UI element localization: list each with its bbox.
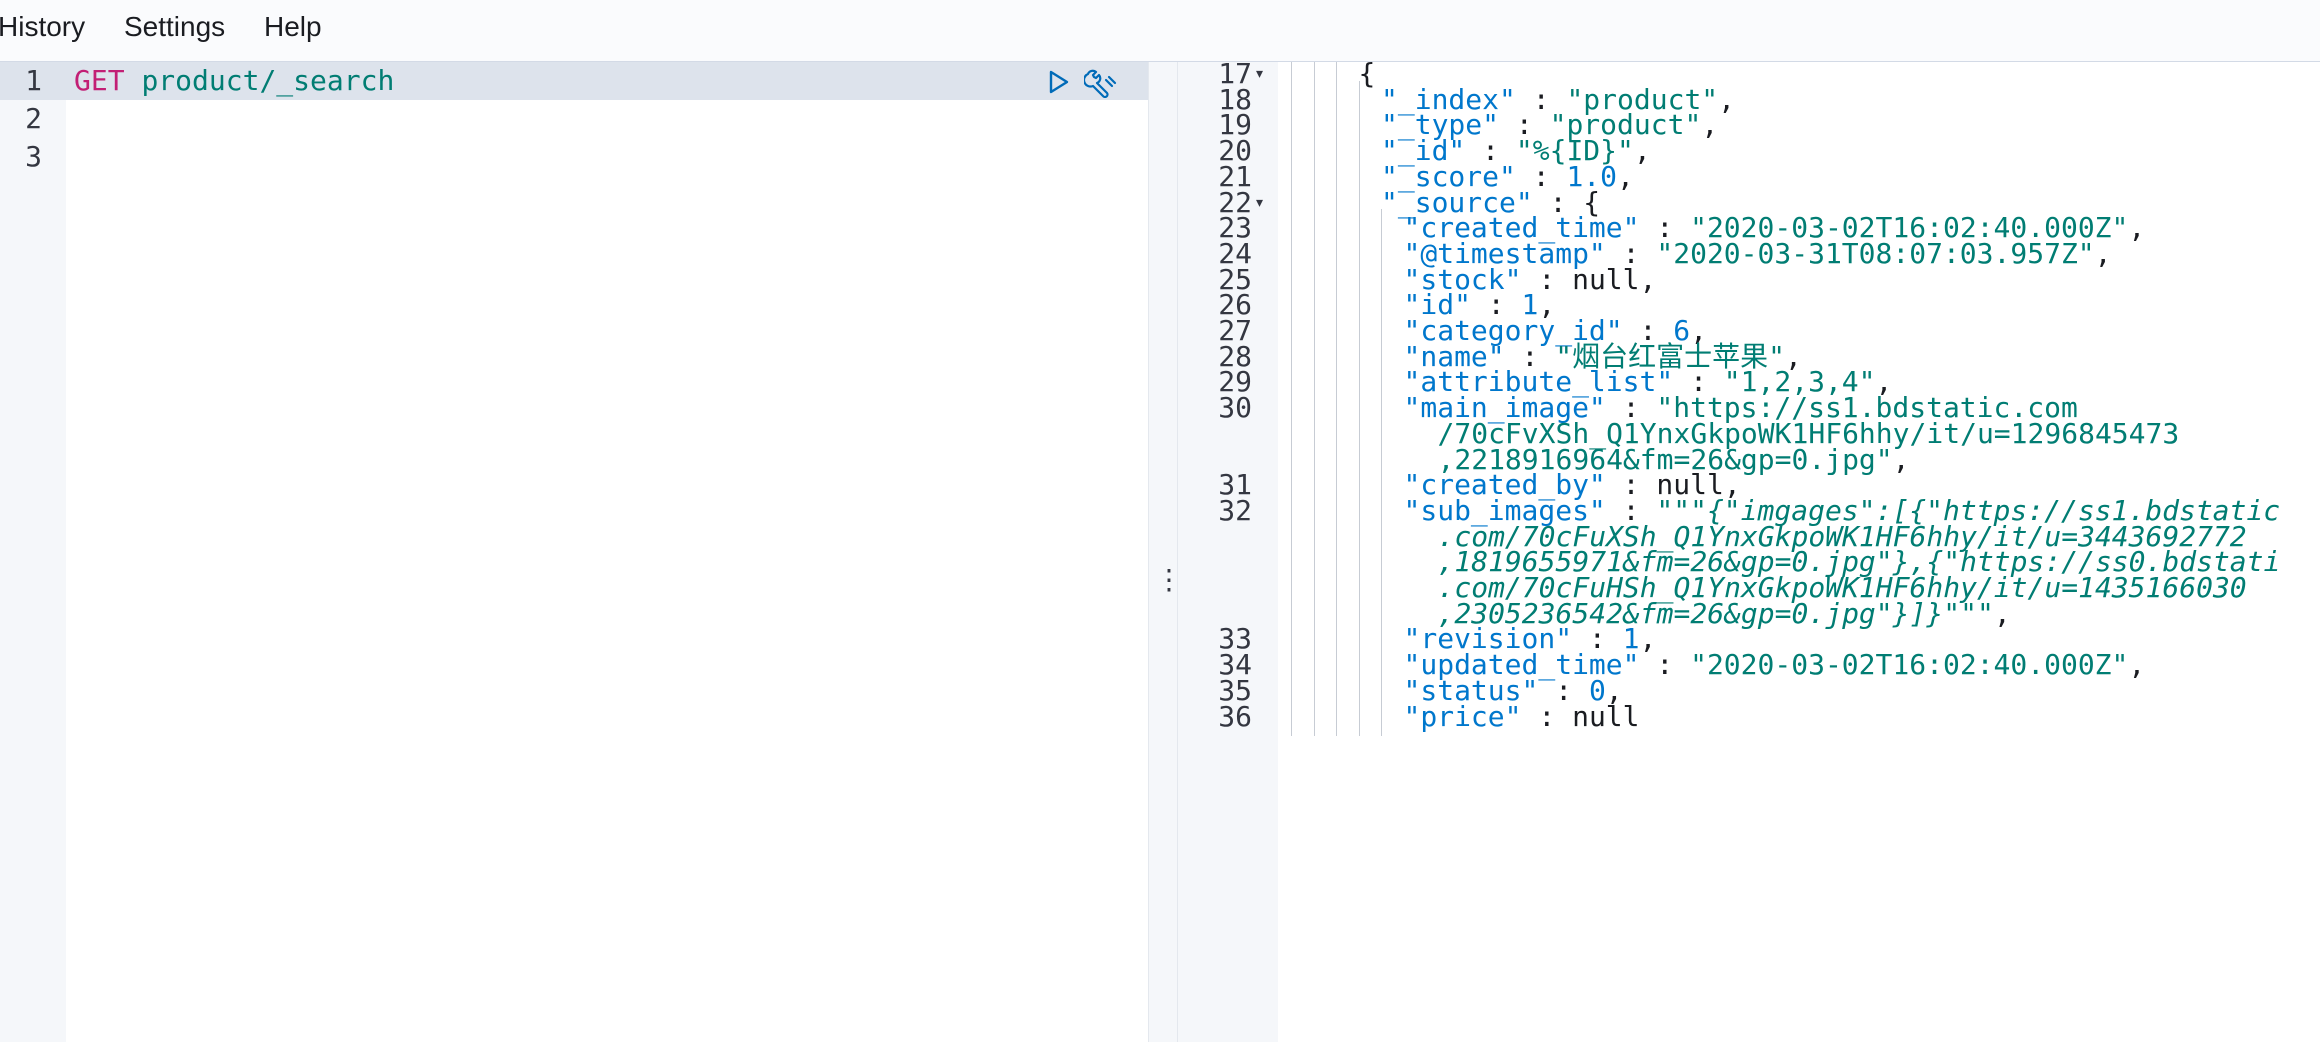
line-number: 3 bbox=[25, 140, 42, 173]
request-method: GET bbox=[74, 64, 125, 97]
menu-history[interactable]: History bbox=[0, 10, 85, 44]
code-text: "price" : null bbox=[1404, 698, 1640, 736]
request-path: product/_search bbox=[141, 64, 395, 97]
request-line-1[interactable]: 1 GET product/_search bbox=[0, 62, 1148, 100]
play-icon[interactable] bbox=[1044, 68, 1072, 96]
indent-guide bbox=[1291, 697, 1292, 736]
request-line-3[interactable]: 3 bbox=[0, 138, 1148, 176]
indent-guide bbox=[1336, 697, 1337, 736]
menu-help[interactable]: Help bbox=[264, 10, 322, 44]
line-number: 2 bbox=[25, 102, 42, 135]
request-line-2[interactable]: 2 bbox=[0, 100, 1148, 138]
request-text[interactable]: GET product/_search bbox=[74, 62, 394, 100]
response-line: 36 "price" : null bbox=[1178, 697, 2320, 736]
line-number: 36 bbox=[1218, 699, 1252, 733]
indent-guide bbox=[1381, 697, 1382, 736]
code-token: : bbox=[1521, 699, 1573, 733]
menu-bar: History Settings Help bbox=[0, 0, 2320, 62]
resize-handle-icon[interactable]: ⋮ bbox=[1155, 560, 1183, 600]
request-gutter bbox=[0, 62, 66, 1042]
request-editor[interactable]: 1 GET product/_search 2 3 bbox=[0, 62, 1148, 1042]
indent-guide bbox=[1358, 697, 1360, 736]
line-number: 1 bbox=[25, 64, 42, 97]
menu-settings[interactable]: Settings bbox=[124, 10, 225, 44]
code-token: "price" bbox=[1403, 699, 1522, 733]
wrench-icon[interactable] bbox=[1082, 68, 1118, 99]
pane-resizer[interactable]: ⋮ bbox=[1148, 62, 1183, 1042]
indent-guide bbox=[1313, 697, 1315, 736]
code-token: null bbox=[1572, 699, 1640, 733]
response-viewer[interactable]: 17 ▾{18 "_index" : "product", 19 "_type" : "… bbox=[1178, 62, 2320, 1042]
